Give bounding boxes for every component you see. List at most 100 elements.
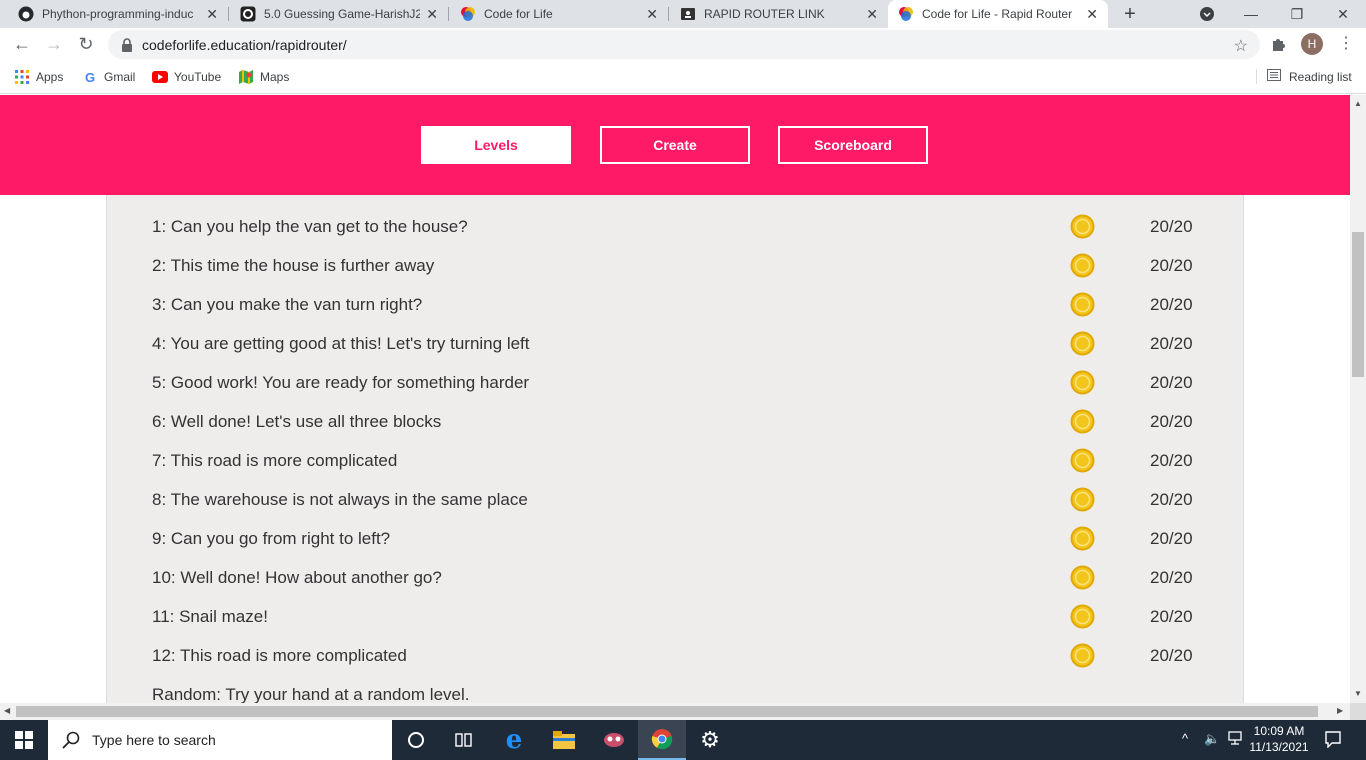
level-row[interactable]: 8: The warehouse is not always in the sa… bbox=[107, 480, 1245, 519]
close-window-icon[interactable]: ✕ bbox=[1320, 0, 1366, 28]
levels-button[interactable]: Levels bbox=[421, 126, 571, 164]
level-row[interactable]: 2: This time the house is further away 20… bbox=[107, 246, 1245, 285]
close-tab-icon[interactable]: ✕ bbox=[1086, 6, 1098, 23]
bookmark-apps[interactable]: Apps bbox=[14, 69, 63, 85]
close-tab-icon[interactable]: ✕ bbox=[646, 6, 658, 23]
level-score: 20/20 bbox=[1150, 373, 1193, 392]
lock-icon[interactable] bbox=[120, 37, 134, 52]
bookmark-youtube[interactable]: YouTube bbox=[152, 69, 221, 85]
level-row[interactable]: 7: This road is more complicated 20/20 bbox=[107, 441, 1245, 480]
tab-search-icon[interactable] bbox=[1184, 0, 1230, 28]
reload-icon[interactable]: ↻ bbox=[74, 32, 98, 56]
tab-rapid-router[interactable]: Code for Life - Rapid Router ✕ bbox=[888, 0, 1108, 28]
level-title-link[interactable]: 4: You are getting good at this! Let's t… bbox=[152, 334, 530, 354]
level-title-link[interactable]: 12: This road is more complicated bbox=[152, 646, 407, 666]
settings-gear-icon[interactable]: ⚙ bbox=[686, 720, 734, 760]
address-bar[interactable]: codeforlife.education/rapidrouter/ ☆ bbox=[108, 30, 1260, 59]
level-row[interactable]: 5: Good work! You are ready for somethin… bbox=[107, 363, 1245, 402]
scroll-up-icon[interactable]: ▲ bbox=[1354, 99, 1362, 108]
tab-rapid-router-link[interactable]: RAPID ROUTER LINK ✕ bbox=[670, 0, 888, 28]
task-view-icon[interactable] bbox=[440, 720, 488, 760]
system-clock[interactable]: 10:09 AM 11/13/2021 bbox=[1246, 723, 1312, 755]
level-title-link[interactable]: 8: The warehouse is not always in the sa… bbox=[152, 490, 528, 510]
level-title-link[interactable]: 2: This time the house is further away bbox=[152, 256, 434, 276]
scrollbar-thumb[interactable] bbox=[16, 706, 1318, 717]
back-arrow-icon[interactable]: ← bbox=[10, 32, 34, 56]
tab-replit[interactable]: 5.0 Guessing Game-HarishJ2 ✕ bbox=[230, 0, 448, 28]
level-row[interactable]: 6: Well done! Let's use all three blocks… bbox=[107, 402, 1245, 441]
bookmark-label: Maps bbox=[260, 70, 290, 84]
vertical-scrollbar[interactable]: ▲ ▼ bbox=[1350, 95, 1366, 703]
taskbar-search-box[interactable]: Type here to search bbox=[48, 720, 392, 760]
more-menu-icon[interactable]: ⋮ bbox=[1338, 33, 1354, 53]
replit-icon bbox=[240, 6, 256, 22]
edge-browser-icon[interactable]: e bbox=[490, 720, 538, 760]
level-title-link[interactable]: 6: Well done! Let's use all three blocks bbox=[152, 412, 441, 432]
level-title-link[interactable]: 9: Can you go from right to left? bbox=[152, 529, 390, 549]
tab-github[interactable]: Phython-programming-induc ✕ bbox=[8, 0, 228, 28]
restore-icon[interactable]: ❐ bbox=[1274, 0, 1320, 28]
close-tab-icon[interactable]: ✕ bbox=[206, 6, 218, 23]
level-row[interactable]: 1: Can you help the van get to the house… bbox=[107, 207, 1245, 246]
level-title-link[interactable]: 10: Well done! How about another go? bbox=[152, 568, 442, 588]
bookmarks-bar: Apps G Gmail YouTube Maps Reading list bbox=[0, 61, 1366, 94]
gold-coin-icon bbox=[1070, 604, 1095, 629]
level-row[interactable]: 4: You are getting good at this! Let's t… bbox=[107, 324, 1245, 363]
level-row[interactable]: 9: Can you go from right to left? 20/20 bbox=[107, 519, 1245, 558]
level-score: 20/20 bbox=[1150, 412, 1193, 431]
minimize-icon[interactable]: — bbox=[1228, 0, 1274, 28]
level-title-link[interactable]: 3: Can you make the van turn right? bbox=[152, 295, 422, 315]
network-icon[interactable] bbox=[1228, 731, 1244, 748]
codeforlife-icon bbox=[460, 6, 476, 22]
bookmark-label: Apps bbox=[36, 70, 64, 84]
bookmark-maps[interactable]: Maps bbox=[238, 69, 289, 85]
chevron-up-icon[interactable]: ^ bbox=[1182, 731, 1188, 746]
horizontal-scrollbar[interactable]: ◀ ▶ bbox=[0, 703, 1350, 720]
profile-avatar[interactable]: H bbox=[1301, 33, 1323, 55]
level-row[interactable]: 3: Can you make the van turn right? 20/20 bbox=[107, 285, 1245, 324]
level-title-link[interactable]: 11: Snail maze! bbox=[152, 607, 268, 627]
tab-codeforlife[interactable]: Code for Life ✕ bbox=[450, 0, 668, 28]
close-tab-icon[interactable]: ✕ bbox=[866, 6, 878, 23]
snip-tool-icon[interactable] bbox=[590, 720, 638, 760]
cortana-icon[interactable] bbox=[392, 720, 440, 760]
chrome-icon[interactable] bbox=[638, 720, 686, 760]
level-title-link[interactable]: 1: Can you help the van get to the house… bbox=[152, 217, 468, 237]
gold-coin-icon bbox=[1070, 565, 1095, 590]
file-explorer-icon[interactable] bbox=[540, 720, 588, 760]
extensions-puzzle-icon[interactable] bbox=[1270, 36, 1286, 57]
notification-icon[interactable] bbox=[1324, 730, 1342, 753]
page-viewport: Levels Create Scoreboard 1: Can you help… bbox=[0, 95, 1350, 703]
level-title-link[interactable]: 5: Good work! You are ready for somethin… bbox=[152, 373, 529, 393]
windows-start-icon[interactable] bbox=[0, 720, 48, 760]
level-row[interactable]: 10: Well done! How about another go? 20/2… bbox=[107, 558, 1245, 597]
gold-coin-icon bbox=[1070, 292, 1095, 317]
scroll-down-icon[interactable]: ▼ bbox=[1354, 689, 1362, 698]
forward-arrow-icon[interactable]: → bbox=[42, 32, 66, 56]
level-row[interactable]: 11: Snail maze! 20/20 bbox=[107, 597, 1245, 636]
level-score: 20/20 bbox=[1150, 295, 1193, 314]
gold-coin-icon bbox=[1070, 487, 1095, 512]
scroll-right-icon[interactable]: ▶ bbox=[1337, 706, 1343, 715]
level-title-link[interactable]: Random: Try your hand at a random level. bbox=[152, 685, 470, 703]
tab-title: Phython-programming-induc bbox=[42, 7, 194, 21]
level-score: 20/20 bbox=[1150, 607, 1193, 626]
scroll-left-icon[interactable]: ◀ bbox=[4, 706, 10, 715]
gold-coin-icon bbox=[1070, 526, 1095, 551]
levels-list: 1: Can you help the van get to the house… bbox=[106, 195, 1244, 703]
create-button[interactable]: Create bbox=[600, 126, 750, 164]
scoreboard-button[interactable]: Scoreboard bbox=[778, 126, 928, 164]
reading-list-button[interactable]: Reading list bbox=[1256, 69, 1352, 84]
scrollbar-corner bbox=[1350, 703, 1366, 720]
bookmark-gmail[interactable]: G Gmail bbox=[82, 69, 135, 85]
scrollbar-thumb[interactable] bbox=[1352, 232, 1364, 377]
level-score: 20/20 bbox=[1150, 646, 1193, 665]
new-tab-button[interactable]: + bbox=[1120, 0, 1140, 28]
bookmark-star-icon[interactable]: ☆ bbox=[1234, 36, 1248, 56]
close-tab-icon[interactable]: ✕ bbox=[426, 6, 438, 23]
level-title-link[interactable]: 7: This road is more complicated bbox=[152, 451, 397, 471]
level-row[interactable]: Random: Try your hand at a random level. bbox=[107, 675, 1245, 703]
level-row[interactable]: 12: This road is more complicated 20/20 bbox=[107, 636, 1245, 675]
volume-icon[interactable]: 🔈 bbox=[1204, 731, 1220, 747]
level-score: 20/20 bbox=[1150, 529, 1193, 548]
